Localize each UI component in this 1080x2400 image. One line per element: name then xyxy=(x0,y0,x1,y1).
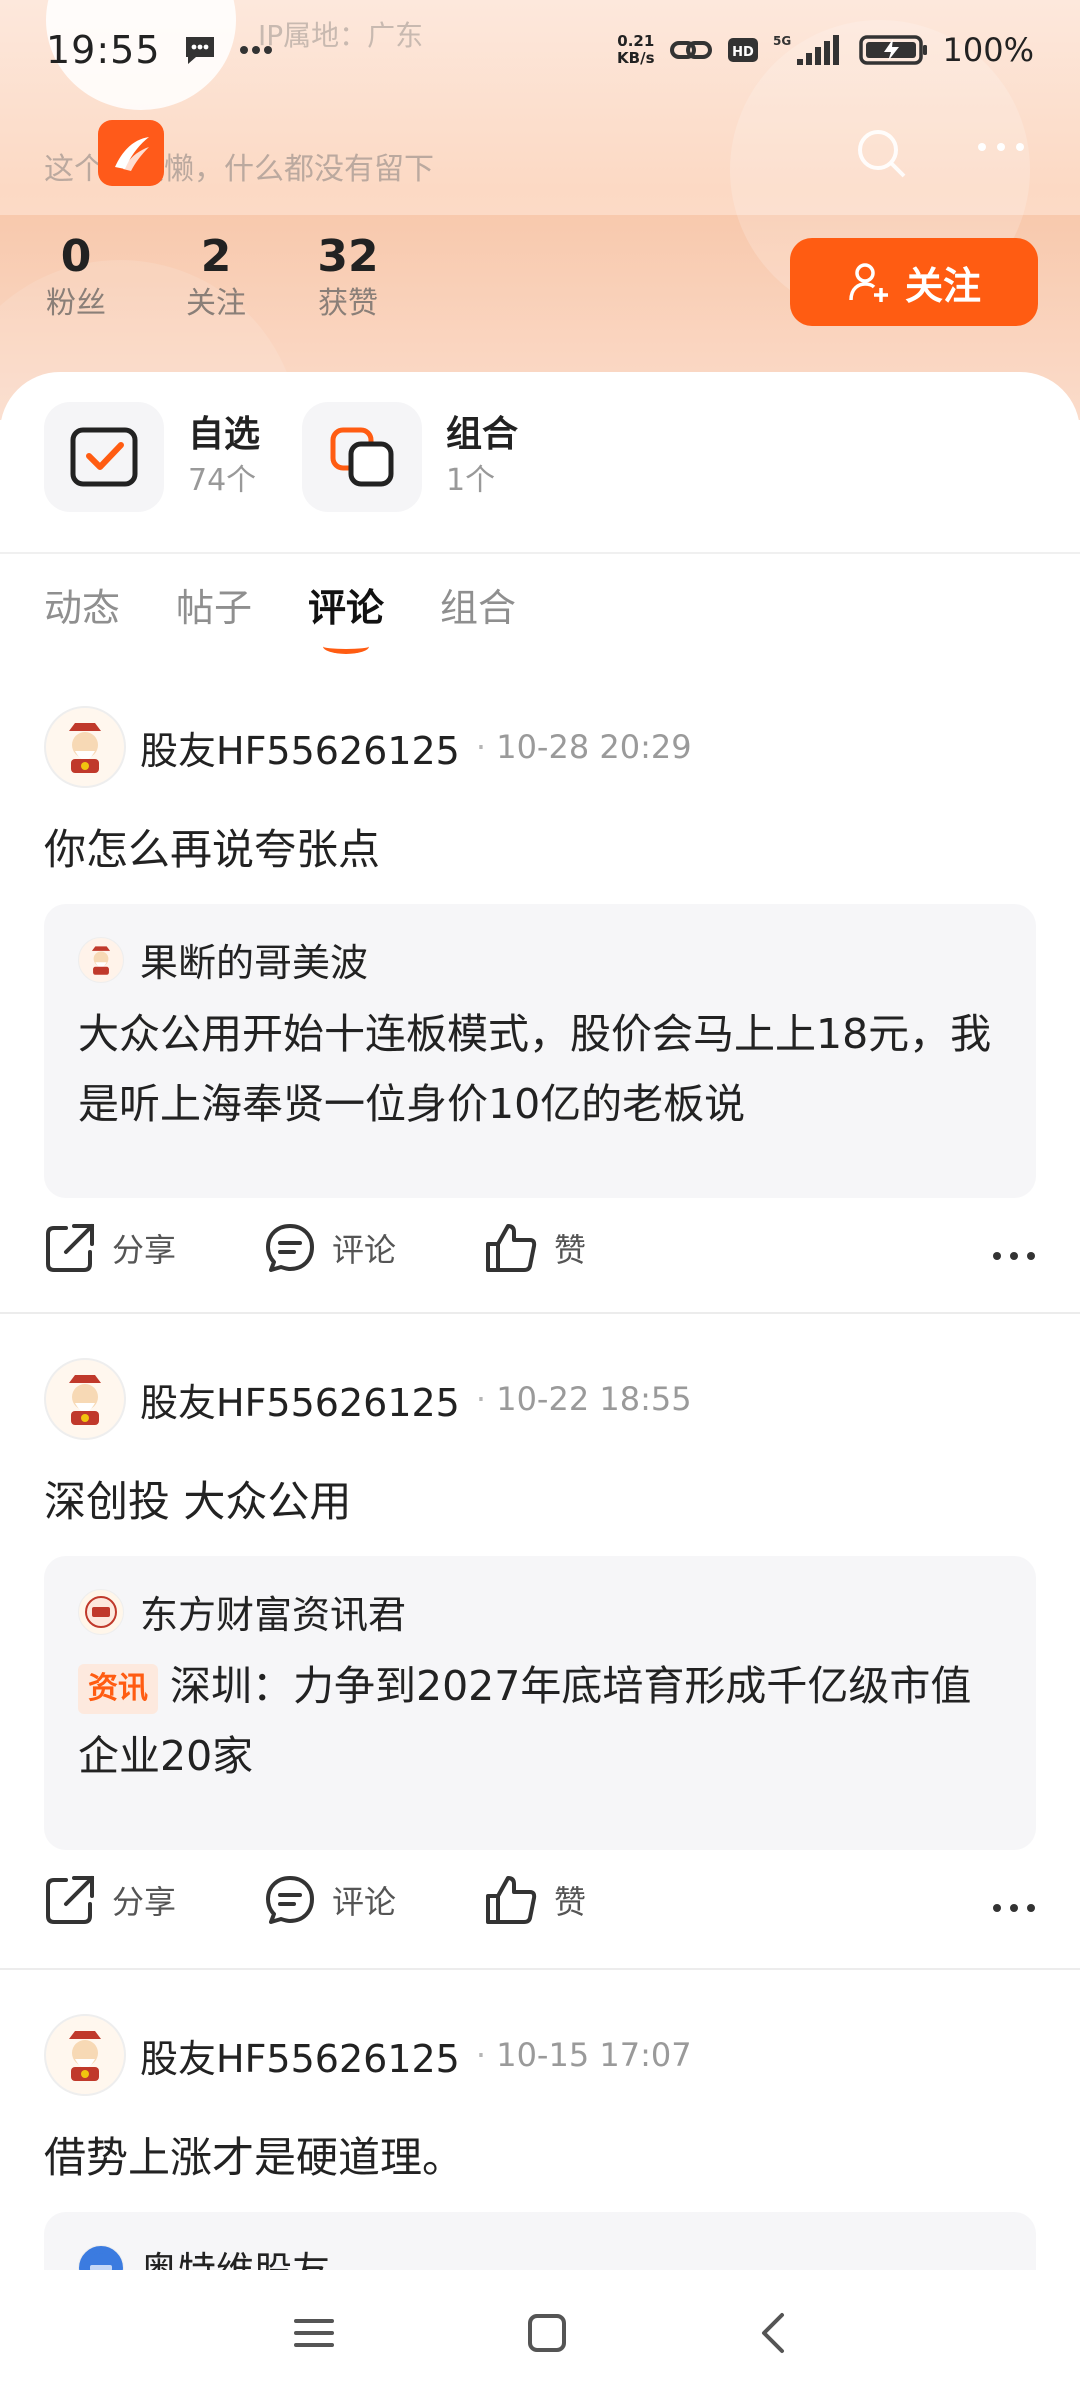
network-speed: 0.21 KB/s xyxy=(617,32,655,67)
comment-icon xyxy=(266,1876,314,1924)
comment-button[interactable]: 评论 xyxy=(264,1222,484,1274)
like-button[interactable]: 赞 xyxy=(484,1874,684,1926)
menu-icon xyxy=(294,2319,334,2347)
system-navigation-bar xyxy=(0,2270,1080,2400)
back-chevron-icon xyxy=(762,2313,784,2353)
shortcut-watchlist[interactable]: 自选 74个 xyxy=(44,402,260,512)
portfolio-icon xyxy=(330,427,394,487)
add-user-icon xyxy=(849,263,888,302)
battery-charging-icon xyxy=(858,35,927,65)
post-more-button[interactable] xyxy=(992,1225,1036,1271)
app-logo-icon xyxy=(115,137,149,171)
comment-text: 你怎么再说夸张点 xyxy=(44,825,381,874)
profile-tabs: 动态 帖子 评论 组合 xyxy=(44,578,516,638)
quoted-text: 资讯 深圳：力争到2027年底培育形成千亿级市值企业20家 xyxy=(78,1662,972,1780)
section-divider xyxy=(0,552,1080,554)
fortune-god-avatar-icon xyxy=(91,945,111,975)
back-nav-button[interactable] xyxy=(758,2311,788,2359)
share-icon xyxy=(46,1224,94,1272)
share-button[interactable]: 分享 xyxy=(44,1874,264,1926)
fortune-god-avatar-icon xyxy=(69,1375,101,1425)
quoted-post[interactable]: 东方财富资讯君 资讯 深圳：力争到2027年底培育形成千亿级市值企业20家 xyxy=(44,1556,1036,1850)
author-name[interactable]: 股友HF55626125 xyxy=(140,2028,460,2083)
follow-button[interactable]: 关注 xyxy=(790,238,1038,326)
stat-fans[interactable]: 0 粉丝 xyxy=(44,232,108,326)
more-horizontal-icon xyxy=(978,143,1024,151)
action-bar: 分享 评论 赞 xyxy=(44,1870,1036,1930)
tab-activity[interactable]: 动态 xyxy=(44,578,120,638)
action-bar: 分享 评论 赞 xyxy=(44,1218,1036,1278)
post-time: 10-28 20:29 xyxy=(476,728,691,766)
search-button[interactable] xyxy=(852,124,912,188)
stat-likes[interactable]: 32 获赞 xyxy=(304,232,392,326)
post-separator xyxy=(0,1312,1080,1314)
search-icon xyxy=(858,130,906,178)
post-time: 10-22 18:55 xyxy=(476,1380,691,1418)
fortune-god-avatar-icon xyxy=(69,2031,101,2081)
post-time: 10-15 17:07 xyxy=(476,2036,691,2074)
comment-text: 深创投 大众公用 xyxy=(44,1477,352,1526)
author-name[interactable]: 股友HF55626125 xyxy=(140,1372,460,1427)
thumbs-up-icon xyxy=(486,1224,537,1272)
svg-text:5G: 5G xyxy=(773,34,791,48)
home-square-icon xyxy=(528,2314,566,2352)
link-icon xyxy=(669,41,712,59)
author-name[interactable]: 股友HF55626125 xyxy=(140,720,460,775)
tab-comments[interactable]: 评论 xyxy=(308,578,384,638)
follow-label: 关注 xyxy=(904,263,981,308)
svg-text:HD: HD xyxy=(732,45,754,60)
news-tag: 资讯 xyxy=(78,1664,158,1714)
message-icon xyxy=(185,37,214,64)
user-avatar[interactable] xyxy=(44,1358,126,1440)
share-icon xyxy=(46,1876,94,1924)
status-bar: 19:55 0.21 KB/s HD 5G 100% xyxy=(0,0,1080,100)
user-avatar[interactable] xyxy=(44,2014,126,2096)
quoted-author-name: 东方财富资讯君 xyxy=(140,1593,407,1637)
thumbs-up-icon xyxy=(486,1876,537,1924)
signal-5g-icon: 5G xyxy=(773,34,839,65)
post-separator xyxy=(0,1968,1080,1970)
more-horizontal-icon xyxy=(993,1252,1035,1260)
like-button[interactable]: 赞 xyxy=(484,1222,684,1274)
post-more-button[interactable] xyxy=(992,1877,1036,1923)
quoted-author-avatar xyxy=(78,936,124,983)
profile-content-card: 自选 74个 组合 1个 动态 帖子 评论 组合 股友HF55626125 · … xyxy=(0,372,1080,2400)
news-bot-avatar-icon xyxy=(85,1595,117,1628)
menu-nav-button[interactable] xyxy=(292,2315,336,2355)
comment-button[interactable]: 评论 xyxy=(264,1874,484,1926)
watchlist-check-icon xyxy=(70,427,138,487)
stat-following[interactable]: 2 关注 xyxy=(176,232,256,326)
comment-icon xyxy=(266,1224,314,1272)
more-notifications-icon xyxy=(239,46,272,54)
fortune-god-avatar-icon xyxy=(69,723,101,773)
battery-percent: 100% xyxy=(942,31,1034,69)
user-avatar[interactable] xyxy=(44,706,126,788)
quoted-author-avatar xyxy=(78,1588,124,1635)
quoted-post[interactable]: 果断的哥美波 大众公用开始十连板模式，股价会马上上18元，我是听上海奉贤一位身价… xyxy=(44,904,1036,1198)
profile-stats: 0 粉丝 2 关注 32 获赞 xyxy=(44,232,392,326)
comment-text: 借势上涨才是硬道理。 xyxy=(44,2133,465,2182)
more-horizontal-icon xyxy=(993,1904,1035,1912)
tab-posts[interactable]: 帖子 xyxy=(176,578,252,638)
hd-icon: HD xyxy=(727,38,758,62)
home-nav-button[interactable] xyxy=(526,2312,568,2358)
share-button[interactable]: 分享 xyxy=(44,1222,264,1274)
quoted-text: 大众公用开始十连板模式，股价会马上上18元，我是听上海奉贤一位身价10亿的老板说 xyxy=(78,1010,992,1128)
tab-portfolio[interactable]: 组合 xyxy=(440,578,516,638)
shortcut-portfolio[interactable]: 组合 1个 xyxy=(302,402,518,512)
status-time: 19:55 xyxy=(46,28,161,72)
eastmoney-logo xyxy=(98,120,164,186)
more-options-button[interactable] xyxy=(976,138,1026,157)
quoted-author-name: 果断的哥美波 xyxy=(140,941,369,985)
shortcut-row: 自选 74个 组合 1个 xyxy=(44,402,518,512)
